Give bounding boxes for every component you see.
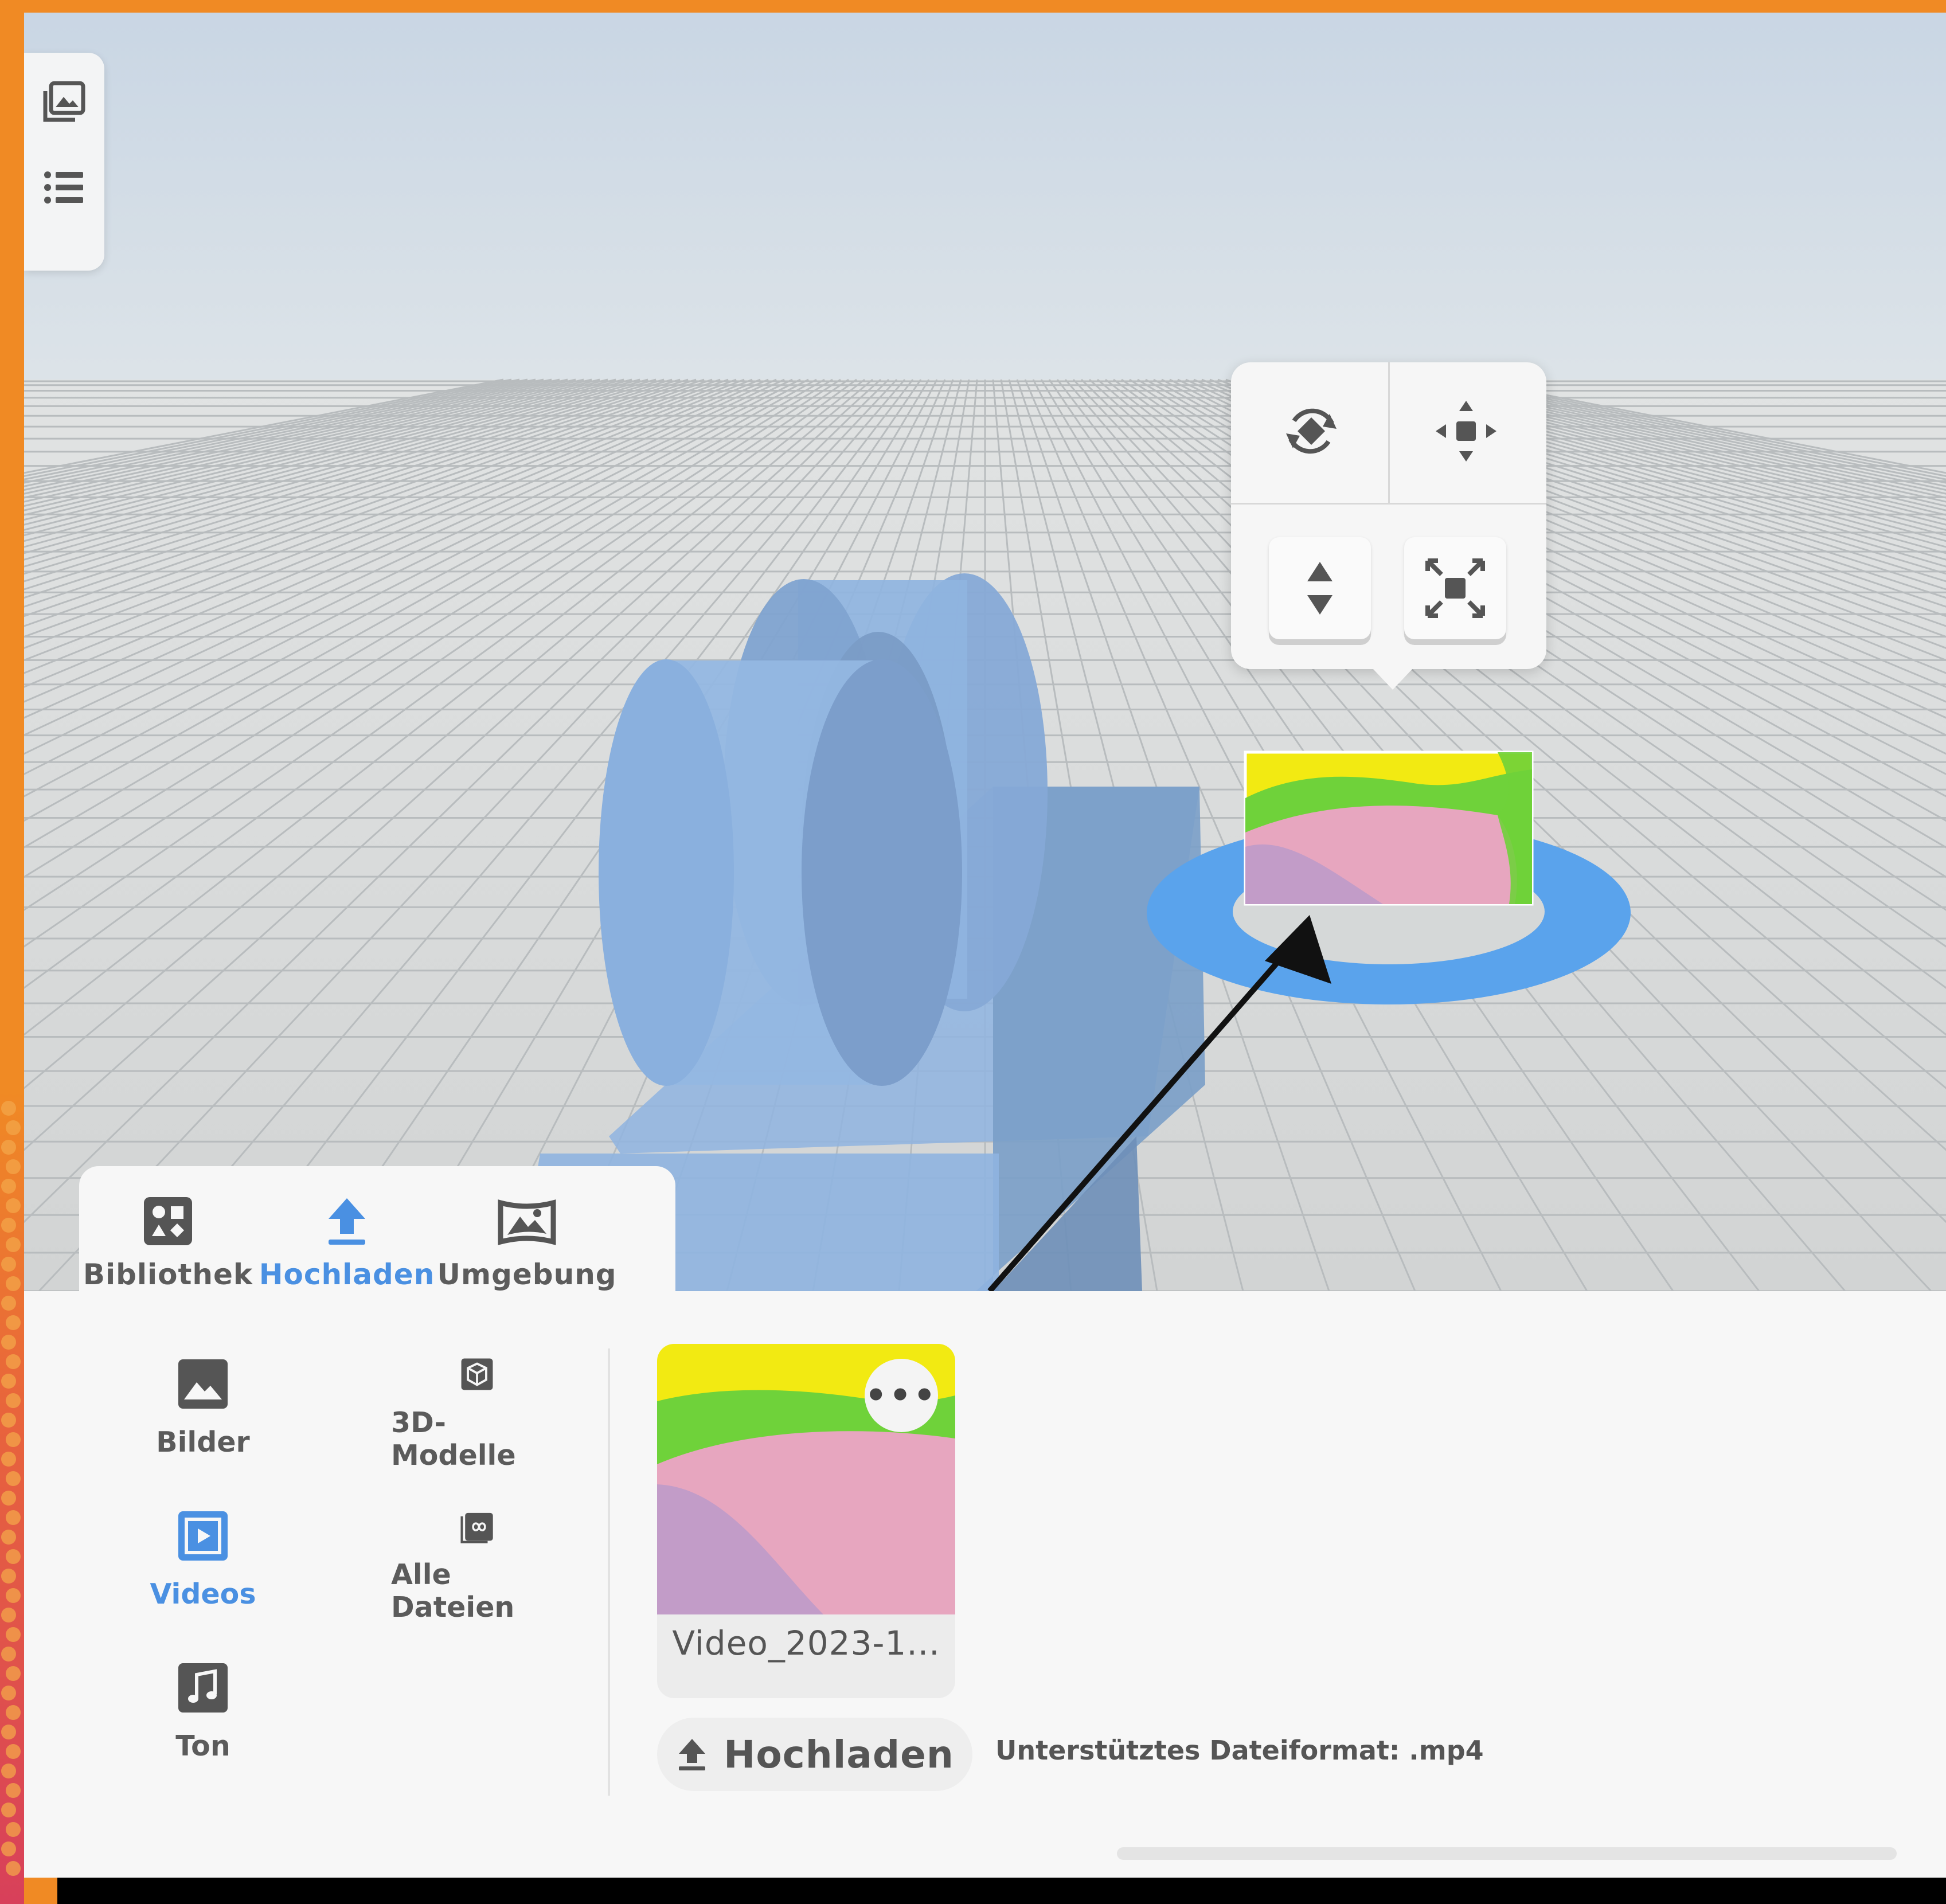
lift-icon[interactable] xyxy=(1269,537,1371,639)
decorative-dot xyxy=(1,1374,16,1389)
decorative-dot xyxy=(1,1647,16,1661)
more-options-button[interactable]: ••• xyxy=(865,1359,938,1432)
category-label: Alle Dateien xyxy=(391,1558,515,1624)
tab-label: Umgebung xyxy=(437,1258,617,1291)
decorative-dot xyxy=(6,1861,21,1876)
more-options-icon: ••• xyxy=(865,1375,938,1416)
upload-arrow-icon xyxy=(679,1739,706,1770)
decorative-dot xyxy=(6,1393,21,1408)
all-files-icon xyxy=(460,1512,493,1543)
category-images[interactable]: Bilder xyxy=(117,1357,289,1472)
decorative-dot xyxy=(6,1627,21,1642)
scale-icon[interactable] xyxy=(1404,537,1506,639)
decorative-dot xyxy=(1,1686,16,1700)
library-icon xyxy=(144,1197,192,1245)
upload-button[interactable]: Hochladen xyxy=(657,1718,972,1791)
decorative-dot xyxy=(1,1569,16,1584)
transform-popup xyxy=(1231,362,1546,690)
3d-scene xyxy=(24,378,1946,1291)
category-sound[interactable]: Ton xyxy=(117,1661,289,1776)
app-window: Bibliothek Hochladen Umgebung Bilder 3D-… xyxy=(24,13,1946,1878)
decorative-dot xyxy=(1,1179,16,1194)
decorative-dot xyxy=(6,1159,21,1174)
decorative-dot xyxy=(1,1608,16,1622)
decorative-dot xyxy=(1,1218,16,1233)
supported-format-note: Unterstütztes Dateiformat: .mp4 xyxy=(995,1735,1484,1766)
decorative-dot xyxy=(1,1842,16,1856)
music-note-icon xyxy=(178,1663,228,1713)
horizontal-scrollbar[interactable] xyxy=(1117,1847,1897,1860)
decorative-dot xyxy=(1,1140,16,1155)
decorative-dot xyxy=(1,1452,16,1467)
decorative-dot xyxy=(6,1822,21,1837)
bottom-black-bar xyxy=(57,1878,1946,1904)
category-3d-models[interactable]: 3D-Modelle xyxy=(391,1357,563,1472)
tab-upload[interactable]: Hochladen xyxy=(258,1166,436,1291)
decorative-dot xyxy=(1,1257,16,1272)
category-label: Ton xyxy=(175,1730,230,1762)
decorative-dot xyxy=(6,1354,21,1369)
decorative-dot xyxy=(6,1432,21,1447)
asset-tabs: Bibliothek Hochladen Umgebung xyxy=(79,1166,675,1304)
image-icon xyxy=(178,1359,228,1409)
decorative-dot xyxy=(1,1530,16,1545)
decorative-dot xyxy=(1,1491,16,1506)
decorative-dot xyxy=(6,1783,21,1798)
decorative-dot xyxy=(6,1744,21,1759)
cube-icon xyxy=(461,1358,493,1390)
decorative-dot xyxy=(6,1237,21,1252)
decorative-dot xyxy=(6,1588,21,1603)
tab-environment[interactable]: Umgebung xyxy=(437,1166,617,1291)
decorative-dot xyxy=(6,1276,21,1291)
decorative-dot xyxy=(1,1413,16,1428)
category-label: Bilder xyxy=(156,1426,250,1459)
3d-viewport[interactable] xyxy=(24,13,1946,1291)
decorative-dot xyxy=(6,1198,21,1213)
file-name: Video_2023-1... xyxy=(672,1624,940,1663)
tab-library[interactable]: Bibliothek xyxy=(79,1166,257,1291)
decorative-dot xyxy=(1,1764,16,1778)
decorative-dot xyxy=(1,1803,16,1817)
decorative-strip xyxy=(0,1089,24,1904)
category-all-files[interactable]: Alle Dateien xyxy=(391,1509,563,1624)
move-icon[interactable] xyxy=(1420,385,1512,477)
decorative-dot xyxy=(6,1510,21,1525)
decorative-dot xyxy=(1,1101,16,1116)
asset-panel xyxy=(24,1291,1946,1878)
left-toolbar xyxy=(24,53,104,271)
decorative-dot xyxy=(1,1296,16,1311)
video-icon xyxy=(178,1511,228,1561)
category-label: 3D-Modelle xyxy=(391,1406,516,1472)
decorative-dot xyxy=(6,1549,21,1564)
list-icon[interactable] xyxy=(38,162,89,213)
environment-icon xyxy=(498,1199,556,1245)
decorative-dot xyxy=(6,1705,21,1720)
uploaded-video-card[interactable]: ••• Video_2023-1... xyxy=(657,1344,955,1698)
decorative-dot xyxy=(1,1725,16,1739)
decorative-dot xyxy=(6,1666,21,1681)
decorative-dot xyxy=(6,1471,21,1486)
decorative-dot xyxy=(6,1315,21,1330)
upload-icon xyxy=(329,1198,365,1245)
category-videos[interactable]: Videos xyxy=(117,1509,289,1624)
tab-label: Bibliothek xyxy=(83,1258,253,1291)
category-label: Videos xyxy=(150,1578,256,1610)
decorative-dot xyxy=(6,1120,21,1135)
decorative-dot xyxy=(1,1335,16,1350)
upload-button-label: Hochladen xyxy=(724,1732,954,1777)
gallery-icon[interactable] xyxy=(38,76,89,127)
rotate-icon[interactable] xyxy=(1265,385,1357,477)
tab-label: Hochladen xyxy=(259,1258,435,1291)
panel-divider xyxy=(608,1348,610,1796)
